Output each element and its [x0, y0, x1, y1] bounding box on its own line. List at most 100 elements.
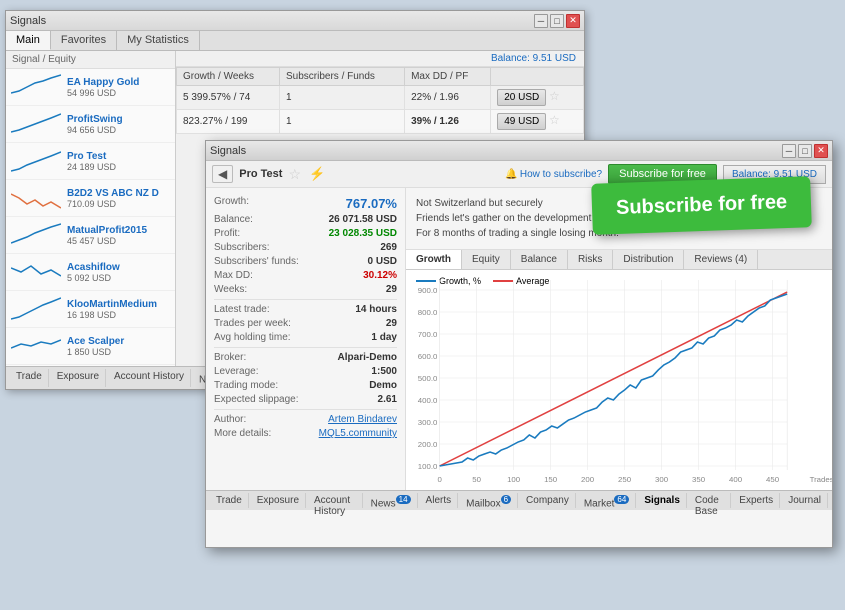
- stat-row-growth: Growth: 767.07%: [214, 196, 397, 211]
- chart-tab-risks[interactable]: Risks: [568, 250, 613, 269]
- close-button[interactable]: ✕: [814, 144, 828, 158]
- bottom-tab-account-history[interactable]: Account History: [308, 493, 363, 508]
- bottom-tab-trade[interactable]: Trade: [10, 369, 49, 387]
- bottom-tab-experts[interactable]: Experts: [733, 493, 780, 508]
- minimize-button[interactable]: ─: [534, 14, 548, 28]
- bottom-tab-signals[interactable]: Signals: [638, 493, 687, 508]
- signal-info: EA Happy Gold 54 996 USD: [67, 77, 139, 98]
- list-item[interactable]: KlooMartinMedium 16 198 USD: [6, 291, 175, 328]
- list-item[interactable]: Acashiflow 5 092 USD: [6, 254, 175, 291]
- list-item[interactable]: B2D2 VS ABC NZ D 710.09 USD: [6, 180, 175, 217]
- bottom-tab-trade[interactable]: Trade: [210, 493, 249, 508]
- tab-main[interactable]: Main: [6, 31, 51, 50]
- maximize-button[interactable]: □: [550, 14, 564, 28]
- back-button[interactable]: ◀: [212, 165, 233, 183]
- front-window-bottom-tabs: Trade Exposure Account History News14 Al…: [206, 490, 832, 510]
- stat-row-more-details: More details: MQL5.community: [214, 428, 397, 439]
- tab-my-statistics[interactable]: My Statistics: [117, 31, 200, 50]
- signal-info: ProfitSwing 94 656 USD: [67, 114, 123, 135]
- leverage-label: Leverage:: [214, 366, 258, 377]
- chart-tab-growth[interactable]: Growth: [406, 250, 462, 269]
- avg-holding-label: Avg holding time:: [214, 332, 291, 343]
- close-button[interactable]: ✕: [566, 14, 580, 28]
- maximize-button[interactable]: □: [798, 144, 812, 158]
- stat-row-trading-mode: Trading mode: Demo: [214, 380, 397, 391]
- signal-name: Acashiflow: [67, 262, 120, 273]
- col-growth-weeks: Growth / Weeks: [177, 68, 280, 86]
- signal-list: Signal / Equity EA Happy Gold 54 996 USD…: [6, 51, 176, 369]
- svg-text:100: 100: [507, 475, 520, 483]
- max-dd-cell: 22% / 1.96: [405, 86, 491, 110]
- list-item[interactable]: Ace Scalper 1 850 USD: [6, 328, 175, 365]
- signals-table: Growth / Weeks Subscribers / Funds Max D…: [176, 67, 584, 134]
- signal-name: ProfitSwing: [67, 114, 123, 125]
- chart-mini-icon: [11, 184, 61, 212]
- bottom-tab-alerts[interactable]: Alerts: [420, 493, 459, 508]
- subscribe-price-button[interactable]: 49 USD: [497, 113, 546, 130]
- svg-text:900.0: 900.0: [418, 286, 438, 294]
- list-item[interactable]: Pro Test 24 189 USD: [6, 143, 175, 180]
- svg-text:200: 200: [581, 475, 594, 483]
- favorite-star-icon[interactable]: ☆: [549, 113, 560, 127]
- detail-title: Pro Test: [239, 168, 282, 180]
- minimize-button[interactable]: ─: [782, 144, 796, 158]
- balance-value: 26 071.58 USD: [329, 214, 397, 225]
- bottom-tab-company[interactable]: Company: [520, 493, 576, 508]
- chart-mini-icon: [11, 295, 61, 323]
- maxdd-value: 30.12%: [363, 270, 397, 281]
- subscribers-cell: 1: [280, 110, 405, 134]
- svg-text:450: 450: [766, 475, 779, 483]
- list-item[interactable]: MatualProfit2015 45 457 USD: [6, 217, 175, 254]
- author-link[interactable]: Artem Bindarev: [328, 414, 397, 425]
- svg-text:300.0: 300.0: [418, 418, 438, 426]
- bottom-tab-account-history[interactable]: Account History: [108, 369, 191, 387]
- tab-favorites[interactable]: Favorites: [51, 31, 117, 50]
- chart-mini-icon: [11, 110, 61, 138]
- back-window-title: Signals: [10, 15, 46, 27]
- chart-tab-distribution[interactable]: Distribution: [613, 250, 684, 269]
- chart-tab-reviews[interactable]: Reviews (4): [684, 250, 758, 269]
- list-item[interactable]: ProfitSwing 94 656 USD: [6, 106, 175, 143]
- bottom-tab-mailbox[interactable]: Mailbox6: [460, 493, 518, 508]
- action-cell: 49 USD ☆: [491, 110, 584, 134]
- stat-row-maxdd: Max DD: 30.12%: [214, 270, 397, 281]
- signal-info: MatualProfit2015 45 457 USD: [67, 225, 147, 246]
- signal-value: 24 189 USD: [67, 162, 116, 172]
- stat-row-leverage: Leverage: 1:500: [214, 366, 397, 377]
- bottom-tab-exposure[interactable]: Exposure: [51, 369, 106, 387]
- mailbox-badge: 6: [501, 495, 511, 504]
- col-actions: [491, 68, 584, 86]
- list-item[interactable]: EA Happy Gold 54 996 USD: [6, 69, 175, 106]
- signal-list-header: Signal / Equity: [6, 51, 175, 69]
- how-to-subscribe-link[interactable]: 🔔 How to subscribe?: [505, 169, 602, 180]
- chart-mini-icon: [11, 258, 61, 286]
- more-details-link[interactable]: MQL5.community: [319, 428, 397, 439]
- signal-value: 94 656 USD: [67, 125, 123, 135]
- svg-text:400.0: 400.0: [418, 396, 438, 404]
- svg-text:500.0: 500.0: [418, 374, 438, 382]
- bottom-tab-journal[interactable]: Journal: [782, 493, 828, 508]
- svg-text:400: 400: [729, 475, 742, 483]
- bottom-tab-code-base[interactable]: Code Base: [689, 493, 731, 508]
- growth-weeks-cell: 5 399.57% / 74: [177, 86, 280, 110]
- chart-area: Growth, % Average: [406, 270, 832, 490]
- more-details-label: More details:: [214, 428, 271, 439]
- favorite-star-icon[interactable]: ☆: [549, 89, 560, 103]
- stat-row-author: Author: Artem Bindarev: [214, 414, 397, 425]
- signal-info: Ace Scalper 1 850 USD: [67, 336, 124, 357]
- subscribe-overlay-button[interactable]: Subscribe for free: [591, 176, 812, 235]
- favorite-star-icon[interactable]: ☆: [288, 166, 301, 183]
- bottom-tab-exposure[interactable]: Exposure: [251, 493, 306, 508]
- stat-row-latest-trade: Latest trade: 14 hours: [214, 304, 397, 315]
- stat-row-sub-funds: Subscribers' funds: 0 USD: [214, 256, 397, 267]
- chart-tab-balance[interactable]: Balance: [511, 250, 568, 269]
- weeks-label: Weeks:: [214, 284, 247, 295]
- subscribe-price-button[interactable]: 20 USD: [497, 89, 546, 106]
- bottom-tab-news[interactable]: News14: [365, 493, 418, 508]
- table-row: 823.27% / 199 1 39% / 1.26 49 USD ☆: [177, 110, 584, 134]
- signal-name: Pro Test: [67, 151, 116, 162]
- bottom-tab-market[interactable]: Market64: [578, 493, 636, 508]
- svg-text:300: 300: [655, 475, 668, 483]
- table-row: 5 399.57% / 74 1 22% / 1.96 20 USD ☆: [177, 86, 584, 110]
- chart-tab-equity[interactable]: Equity: [462, 250, 511, 269]
